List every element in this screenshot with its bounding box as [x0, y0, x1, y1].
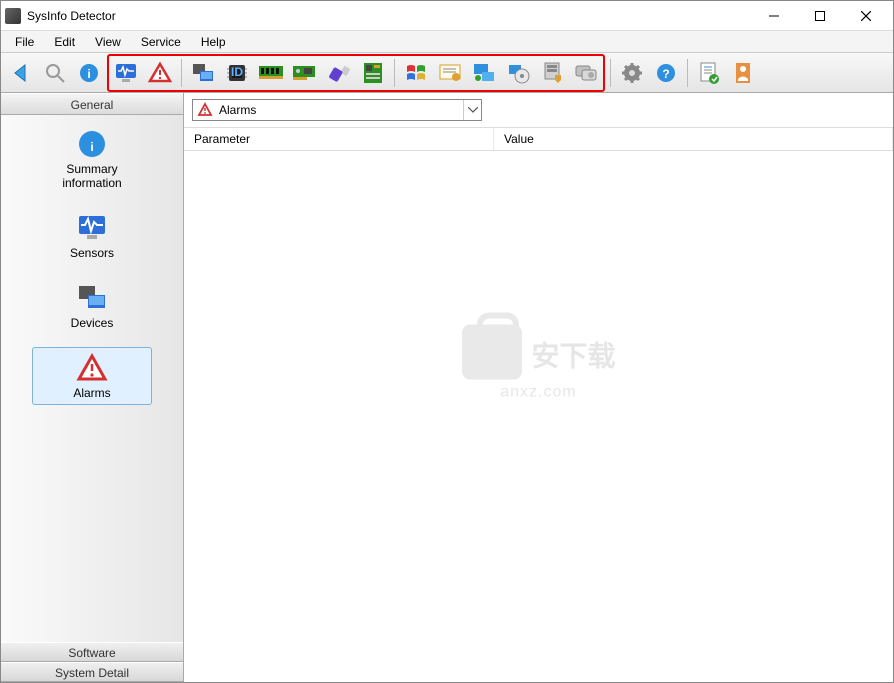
motherboard-icon	[362, 61, 384, 85]
server-shield-icon	[541, 61, 563, 85]
minimize-button[interactable]	[751, 1, 797, 31]
table-header: Parameter Value	[184, 127, 893, 151]
section-header-general[interactable]: General	[1, 93, 183, 115]
watermark: 安下载 anxz.com	[461, 325, 615, 402]
cpu-id-chip-icon: ID	[225, 61, 249, 85]
toolbar-back-button[interactable]	[5, 57, 37, 89]
toolbar-cpu-button[interactable]: ID	[221, 57, 253, 89]
toolbar-profile-button[interactable]	[727, 57, 759, 89]
column-parameter[interactable]: Parameter	[184, 128, 494, 150]
report-check-icon	[699, 61, 719, 85]
alarm-triangle-icon	[76, 352, 108, 384]
nav-item-summary[interactable]: i Summary information	[32, 123, 152, 195]
menu-bar: File Edit View Service Help	[1, 31, 893, 53]
svg-text:?: ?	[662, 67, 669, 81]
toolbar-sensors-button[interactable]	[110, 57, 142, 89]
info-blue-icon: i	[76, 128, 108, 160]
monitor-wave-icon	[114, 61, 138, 85]
info-icon: i	[78, 62, 100, 84]
windows-logo-icon	[405, 62, 427, 84]
toolbar-server-button[interactable]	[536, 57, 568, 89]
toolbar-separator	[610, 59, 611, 87]
license-cert-icon	[438, 63, 462, 83]
menu-service[interactable]: Service	[131, 33, 191, 51]
title-bar: SysInfo Detector	[1, 1, 893, 31]
nav-label: Sensors	[70, 246, 114, 260]
toolbar-search-button[interactable]	[39, 57, 71, 89]
svg-text:i: i	[90, 140, 93, 154]
nav-item-alarms[interactable]: Alarms	[32, 347, 152, 405]
toolbar-usb-button[interactable]	[323, 57, 355, 89]
devices-stack-icon	[191, 61, 215, 85]
maximize-button[interactable]	[797, 1, 843, 31]
ram-module-icon	[258, 64, 284, 82]
toolbar-motherboard-button[interactable]	[357, 57, 389, 89]
toolbar-expansion-button[interactable]	[289, 57, 321, 89]
nav-label: Summary information	[37, 162, 147, 190]
section-header-software[interactable]: Software	[1, 642, 183, 662]
toolbar-help-button[interactable]: ?	[650, 57, 682, 89]
devices-stack-icon	[76, 282, 108, 314]
table-body: 安下载 anxz.com	[184, 151, 893, 682]
toolbar-info-button[interactable]: i	[73, 57, 105, 89]
toolbar-devices-button[interactable]	[187, 57, 219, 89]
alarm-triangle-icon	[148, 61, 172, 85]
content-area: General i Summary information Sensors De…	[1, 93, 893, 682]
nav-item-sensors[interactable]: Sensors	[32, 207, 152, 265]
menu-edit[interactable]: Edit	[44, 33, 85, 51]
search-icon	[44, 62, 66, 84]
toolbar-settings-button[interactable]	[616, 57, 648, 89]
chevron-down-icon	[463, 100, 481, 120]
toolbar-alarms-button[interactable]	[144, 57, 176, 89]
section-header-system-detail[interactable]: System Detail	[1, 662, 183, 682]
sidebar: General i Summary information Sensors De…	[1, 93, 184, 682]
toolbar-memory-button[interactable]	[255, 57, 287, 89]
alarm-triangle-icon	[197, 102, 213, 118]
toolbar-drives-button[interactable]	[570, 57, 602, 89]
combo-value: Alarms	[217, 103, 463, 117]
sidebar-section-general: General i Summary information Sensors De…	[1, 93, 183, 642]
toolbar-highlight-group: ID	[107, 54, 605, 92]
usb-plug-icon	[327, 61, 351, 85]
main-panel: Alarms Parameter Value 安下载 anxz.com	[184, 93, 893, 682]
menu-view[interactable]: View	[85, 33, 131, 51]
toolbar-separator	[181, 59, 182, 87]
svg-text:i: i	[87, 67, 90, 81]
gear-icon	[621, 62, 643, 84]
user-profile-icon	[734, 61, 752, 85]
menu-file[interactable]: File	[5, 33, 44, 51]
toolbar-license-button[interactable]	[434, 57, 466, 89]
toolbar-network-button[interactable]	[468, 57, 500, 89]
column-value[interactable]: Value	[494, 128, 893, 150]
toolbar: i ID	[1, 53, 893, 93]
disc-drive-icon	[506, 62, 530, 84]
network-monitor-icon	[472, 62, 496, 84]
close-button[interactable]	[843, 1, 889, 31]
menu-help[interactable]: Help	[191, 33, 236, 51]
monitor-wave-icon	[76, 212, 108, 244]
hard-drives-icon	[574, 62, 598, 84]
svg-text:ID: ID	[231, 65, 243, 79]
toolbar-windows-button[interactable]	[400, 57, 432, 89]
toolbar-separator	[394, 59, 395, 87]
nav-item-devices[interactable]: Devices	[32, 277, 152, 335]
window-title: SysInfo Detector	[27, 9, 751, 23]
nav-label: Devices	[71, 316, 114, 330]
toolbar-separator	[687, 59, 688, 87]
toolbar-report-button[interactable]	[693, 57, 725, 89]
help-question-icon: ?	[655, 62, 677, 84]
view-selector-combo[interactable]: Alarms	[192, 99, 482, 121]
nav-label: Alarms	[73, 386, 110, 400]
expansion-card-icon	[292, 63, 318, 83]
toolbar-disc-button[interactable]	[502, 57, 534, 89]
app-icon	[5, 8, 21, 24]
back-arrow-icon	[9, 61, 33, 85]
